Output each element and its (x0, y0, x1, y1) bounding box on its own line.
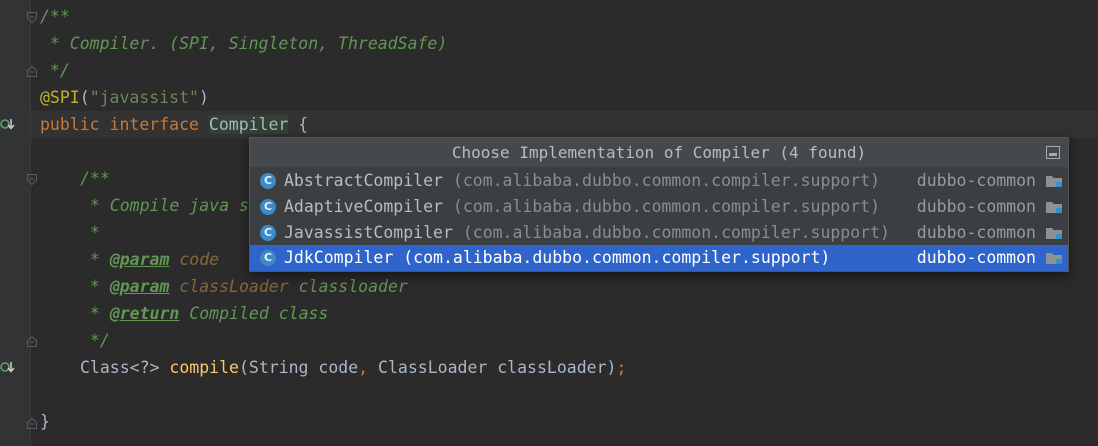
implementation-item-selected[interactable]: C JdkCompiler (com.alibaba.dubbo.common.… (250, 245, 1068, 271)
module-name: dubbo-common (916, 197, 1036, 216)
choose-implementation-popup: Choose Implementation of Compiler (4 fou… (249, 137, 1069, 272)
class-icon: C (260, 173, 276, 189)
code-line-7[interactable]: /** (80, 165, 110, 192)
code-line-1[interactable]: /** (40, 3, 70, 30)
code-line-8[interactable]: * Compile java s (80, 192, 249, 219)
package-name: (com.alibaba.dubbo.common.compiler.suppo… (452, 223, 890, 242)
doc-param-name: code (169, 250, 220, 269)
class-icon: C (260, 225, 276, 241)
code-line-16[interactable]: } (40, 408, 50, 435)
item-label: AbstractCompiler (com.alibaba.dubbo.comm… (284, 168, 880, 194)
doc-star: * (80, 304, 110, 323)
pin-window-icon[interactable] (1046, 146, 1060, 159)
implementation-item[interactable]: C JavassistCompiler (com.alibaba.dubbo.c… (250, 220, 1068, 246)
code-line-4[interactable]: @SPI("javassist") (40, 84, 209, 111)
module-folder-icon (1046, 202, 1062, 213)
fold-marker-icon[interactable] (27, 66, 37, 77)
param-list: ClassLoader classLoader) (378, 358, 617, 377)
fold-marker-icon[interactable] (27, 174, 37, 185)
implemented-gutter-icon[interactable] (0, 116, 16, 132)
class-name: JavassistCompiler (284, 223, 453, 242)
paren-token: ) (198, 88, 209, 107)
annotation-token: @SPI (40, 88, 80, 107)
brace-token: { (288, 115, 309, 134)
paren-token: ( (79, 88, 90, 107)
code-line-2[interactable]: * Compiler. (SPI, Singleton, ThreadSafe) (40, 30, 447, 57)
code-line-13[interactable]: */ (80, 327, 110, 354)
semicolon-token: ; (616, 358, 627, 377)
item-label: JavassistCompiler (com.alibaba.dubbo.com… (284, 220, 890, 246)
class-name: JdkCompiler (284, 248, 394, 267)
return-type: Class<?> (80, 358, 170, 377)
module-folder-icon (1046, 253, 1062, 264)
module-folder-icon (1046, 228, 1062, 239)
package-name: (com.alibaba.dubbo.common.compiler.suppo… (393, 248, 831, 267)
implementation-item[interactable]: C AbstractCompiler (com.alibaba.dubbo.co… (250, 168, 1068, 194)
module-name: dubbo-common (916, 171, 1036, 190)
fold-marker-icon[interactable] (27, 418, 37, 429)
item-label: AdaptiveCompiler (com.alibaba.dubbo.comm… (284, 194, 880, 220)
code-line-10[interactable]: * @param code (80, 246, 219, 273)
class-name: AbstractCompiler (284, 171, 443, 190)
fold-marker-icon[interactable] (27, 336, 37, 347)
doc-tag-return: @return (109, 304, 180, 323)
code-line-3[interactable]: */ (40, 57, 70, 84)
editor-gutter (0, 0, 30, 446)
package-name: (com.alibaba.dubbo.common.compiler.suppo… (442, 197, 881, 216)
doc-star: * (80, 277, 110, 296)
doc-param-desc: classloader (288, 277, 408, 296)
interface-name[interactable]: Compiler (208, 115, 289, 134)
doc-tag-param: @param (109, 250, 170, 269)
item-label: JdkCompiler (com.alibaba.dubbo.common.co… (284, 245, 830, 271)
class-icon: C (260, 250, 276, 266)
string-token: "javassist" (89, 88, 199, 107)
doc-star: * (80, 250, 110, 269)
package-name: (com.alibaba.dubbo.common.compiler.suppo… (442, 171, 881, 190)
class-name: AdaptiveCompiler (284, 197, 443, 216)
doc-param-name: classLoader (169, 277, 289, 296)
implemented-gutter-icon[interactable] (0, 359, 16, 375)
doc-tag-param: @param (109, 277, 170, 296)
code-line-5[interactable]: public interface Compiler { (40, 111, 308, 138)
code-line-14[interactable]: Class<?> compile(String code, ClassLoade… (80, 354, 626, 381)
module-name: dubbo-common (916, 248, 1036, 267)
implementation-item[interactable]: C AdaptiveCompiler (com.alibaba.dubbo.co… (250, 194, 1068, 220)
comma-token: , (358, 358, 379, 377)
code-line-12[interactable]: * @return Compiled class (80, 300, 328, 327)
popup-title: Choose Implementation of Compiler (4 fou… (250, 138, 1068, 167)
module-name: dubbo-common (916, 223, 1036, 242)
code-line-11[interactable]: * @param classLoader classloader (80, 273, 408, 300)
fold-marker-icon[interactable] (27, 12, 37, 23)
module-folder-icon (1046, 176, 1062, 187)
class-icon: C (260, 199, 276, 215)
param-list: (String code (238, 358, 359, 377)
method-name[interactable]: compile (169, 358, 239, 377)
keyword-token: public interface (40, 115, 209, 134)
doc-return-desc: Compiled class (179, 304, 329, 323)
code-line-9[interactable]: * (80, 219, 100, 246)
